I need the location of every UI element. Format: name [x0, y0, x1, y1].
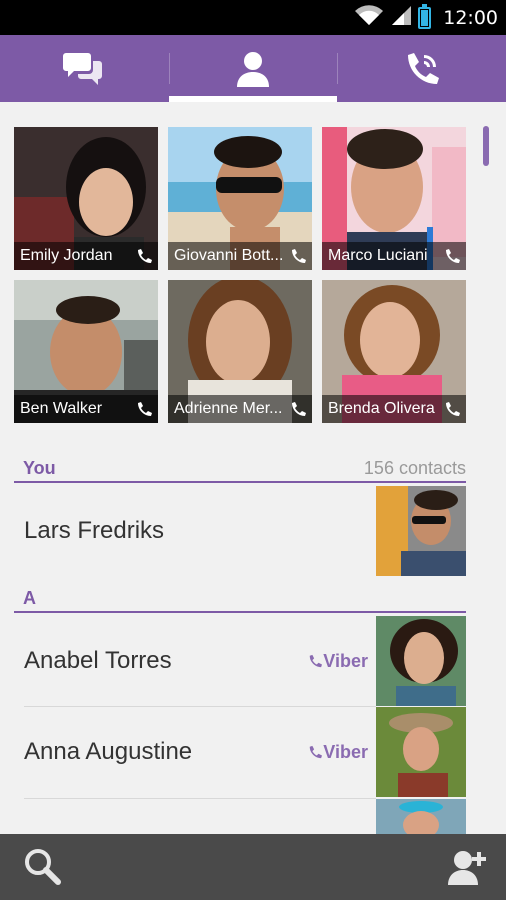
favorite-name: Adrienne Mer... [174, 400, 283, 417]
viber-badge-label: Viber [323, 741, 368, 762]
tab-contacts[interactable] [168, 35, 338, 102]
list-item[interactable] [14, 799, 466, 834]
favorite-caption: Ben Walker [14, 395, 158, 423]
tab-calls[interactable] [337, 35, 506, 102]
contacts-count: 156 contacts [363, 458, 466, 478]
viber-phone-icon [446, 249, 460, 263]
viber-badge: Viber [308, 651, 368, 672]
status-bar: 12:00 [0, 0, 506, 35]
contacts-list[interactable]: Emily Jordan Giovanni Bott... Marco Luci… [0, 102, 506, 834]
viber-phone-icon [292, 402, 306, 416]
search-icon[interactable] [22, 847, 64, 887]
status-time: 12:00 [443, 6, 498, 29]
favorite-name: Emily Jordan [20, 247, 113, 264]
contact-name: Anabel Torres [24, 647, 172, 674]
chat-bubbles-icon [63, 52, 103, 85]
bottom-action-bar [0, 834, 506, 900]
favorite-caption: Giovanni Bott... [168, 242, 312, 270]
scrollbar[interactable] [483, 126, 489, 166]
section-label: You [23, 458, 56, 478]
avatar [376, 707, 466, 797]
avatar [376, 616, 466, 706]
viber-phone-icon [310, 745, 323, 759]
add-contact-icon[interactable] [446, 847, 488, 887]
favorite-caption: Marco Luciani [322, 242, 466, 270]
viber-phone-icon [310, 654, 323, 668]
favorites-grid: Emily Jordan Giovanni Bott... Marco Luci… [14, 127, 466, 423]
viber-phone-icon [446, 402, 460, 416]
viber-phone-icon [292, 249, 306, 263]
tab-chats[interactable] [0, 35, 169, 102]
section-header-you: You 156 contacts [14, 458, 466, 483]
favorite-tile[interactable]: Brenda Olivera [322, 280, 466, 423]
list-item-self[interactable]: Lars Fredriks [14, 486, 466, 576]
phone-call-icon [407, 52, 439, 84]
signal-icon [390, 4, 412, 31]
section-label: A [23, 588, 36, 608]
viber-badge: Viber [308, 742, 368, 763]
favorite-name: Ben Walker [20, 400, 103, 417]
section-header-a: A [14, 588, 466, 613]
favorite-tile[interactable]: Giovanni Bott... [168, 127, 312, 270]
tab-bar [0, 35, 506, 102]
favorite-tile[interactable]: Emily Jordan [14, 127, 158, 270]
list-item[interactable]: Anna Augustine Viber [14, 707, 466, 797]
favorite-caption: Brenda Olivera [322, 395, 466, 423]
viber-phone-icon [138, 249, 152, 263]
favorite-name: Brenda Olivera [328, 400, 435, 417]
viber-phone-icon [138, 402, 152, 416]
battery-icon [418, 3, 432, 29]
favorite-tile[interactable]: Ben Walker [14, 280, 158, 423]
favorite-caption: Emily Jordan [14, 242, 158, 270]
favorite-name: Giovanni Bott... [174, 247, 284, 264]
favorite-tile[interactable]: Marco Luciani [322, 127, 466, 270]
favorite-tile[interactable]: Adrienne Mer... [168, 280, 312, 423]
wifi-icon [354, 4, 384, 31]
avatar [376, 486, 466, 576]
list-item[interactable]: Anabel Torres Viber [14, 616, 466, 706]
contact-name: Anna Augustine [24, 738, 193, 765]
contact-name: Lars Fredriks [24, 517, 165, 544]
favorite-caption: Adrienne Mer... [168, 395, 312, 423]
contact-person-icon [237, 51, 269, 87]
viber-badge-label: Viber [323, 650, 368, 671]
favorite-name: Marco Luciani [328, 247, 428, 264]
avatar [376, 799, 466, 834]
